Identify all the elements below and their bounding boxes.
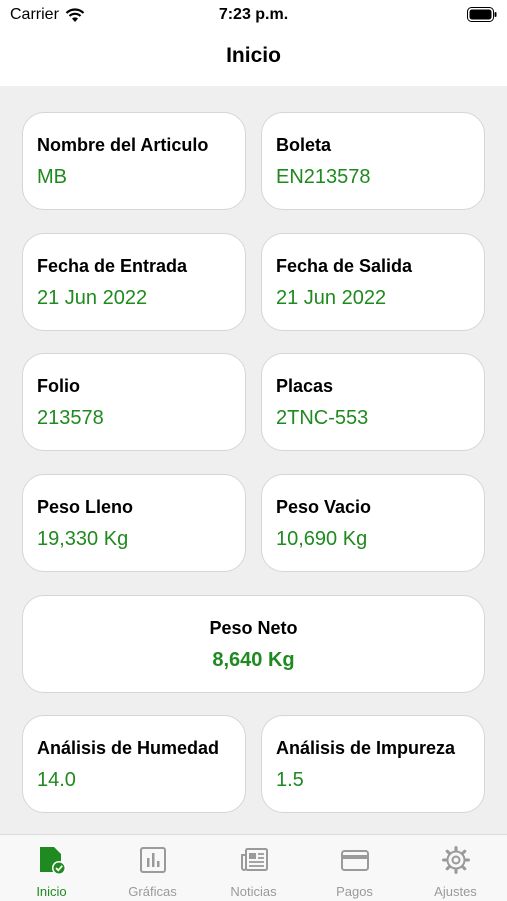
card-humedad: Análisis de Humedad 14.0 <box>22 715 246 813</box>
card-label: Fecha de Entrada <box>37 256 188 276</box>
tab-label: Ajustes <box>434 884 477 899</box>
card-peso-vacio: Peso Vacio 10,690 Kg <box>261 474 485 572</box>
newspaper-icon <box>241 848 268 871</box>
card-label: Folio <box>37 376 80 396</box>
card-value: 8,640 Kg <box>212 649 295 671</box>
card-label: Peso Lleno <box>37 497 134 517</box>
tab-ajustes[interactable]: Ajustes <box>405 835 506 901</box>
card-value: 19,330 Kg <box>37 528 129 550</box>
card-value: 21 Jun 2022 <box>37 287 148 309</box>
card-label: Fecha de Salida <box>276 256 413 276</box>
card-value: EN213578 <box>276 166 371 188</box>
card-label: Nombre del Articulo <box>37 135 209 155</box>
tab-label: Gráficas <box>128 884 177 899</box>
card-label: Peso Vacio <box>276 497 372 517</box>
card-label: Boleta <box>276 135 332 155</box>
card-peso-lleno: Peso Lleno 19,330 Kg <box>22 474 246 572</box>
card-articulo: Nombre del Articulo MB <box>22 112 246 210</box>
card-label: Análisis de Impureza <box>276 738 456 758</box>
battery-icon <box>467 7 497 22</box>
page-title: Inicio <box>226 44 281 67</box>
card-value: 213578 <box>37 407 104 429</box>
card-value: 14.0 <box>37 769 76 791</box>
card-value: 10,690 Kg <box>276 528 368 550</box>
card-value: MB <box>37 166 67 188</box>
tab-graficas[interactable]: Gráficas <box>102 835 203 901</box>
credit-card-icon <box>341 850 369 871</box>
bar-chart-icon <box>140 847 166 873</box>
card-placas: Placas 2TNC-553 <box>261 353 485 451</box>
card-impureza: Análisis de Impureza 1.5 <box>261 715 485 813</box>
document-check-icon <box>40 847 66 875</box>
tab-label: Inicio <box>36 884 67 899</box>
card-value: 1.5 <box>276 769 304 791</box>
card-value: 2TNC-553 <box>276 407 369 429</box>
tab-noticias[interactable]: Noticias <box>203 835 304 901</box>
tab-bar: Inicio Gráficas Noticias Pagos Ajustes <box>0 834 507 901</box>
card-label: Peso Neto <box>209 618 298 638</box>
card-label: Placas <box>276 376 334 396</box>
main-content[interactable]: Nombre del Articulo MB Boleta EN213578 F… <box>0 86 507 834</box>
card-label: Análisis de Humedad <box>37 738 220 758</box>
tab-inicio[interactable]: Inicio <box>1 835 102 901</box>
status-bar: Carrier 7:23 p.m. <box>0 0 507 30</box>
card-fecha-entrada: Fecha de Entrada 21 Jun 2022 <box>22 233 246 331</box>
card-value: 21 Jun 2022 <box>276 287 387 309</box>
tab-pagos[interactable]: Pagos <box>304 835 405 901</box>
gear-icon <box>442 846 470 874</box>
status-time: 7:23 p.m. <box>218 6 289 23</box>
card-boleta: Boleta EN213578 <box>261 112 485 210</box>
tab-label: Noticias <box>230 884 277 899</box>
card-fecha-salida: Fecha de Salida 21 Jun 2022 <box>261 233 485 331</box>
card-peso-neto: Peso Neto 8,640 Kg <box>22 595 485 693</box>
tab-label: Pagos <box>336 884 373 899</box>
card-folio: Folio 213578 <box>22 353 246 451</box>
